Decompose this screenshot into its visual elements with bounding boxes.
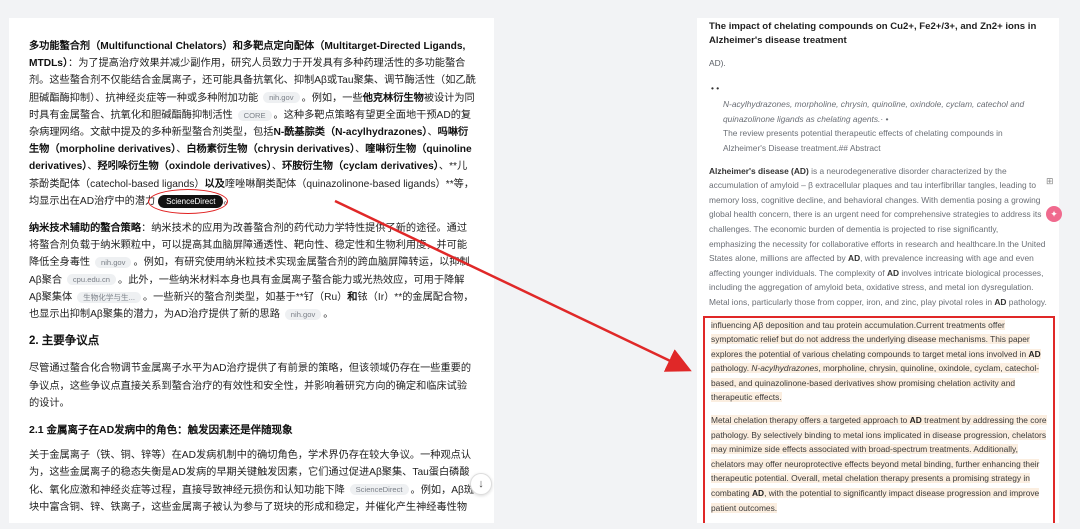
highlight-text: treatment by addressing the core patholo… [711,415,1047,499]
text: 、 [271,161,283,173]
source-badge-biochem[interactable]: 生物化学与生... [77,291,141,303]
subsection-heading-metal-role: 2.1 金属离子在AD发病中的角色：触发因素还是伴随现象 [29,424,293,437]
text: 。例如，一些 [301,92,363,104]
text: 、 [87,161,98,173]
text: 、 [427,127,438,139]
highlighted-paragraph: influencing Aβ deposition and tau protei… [711,318,1047,406]
bold-term: Alzheimer's disease (AD) [709,165,809,176]
text: 、 [176,144,187,156]
red-circle-annotation [148,188,229,214]
text: 。一些新兴的螯合剂类型，如基于**钌（Ru） [142,291,348,303]
translate-icon[interactable]: ⊞ [1046,176,1060,190]
section-heading-controversies: 2. 主要争议点 [29,335,100,348]
term: N-酰基腙类（N-acylhydrazones） [273,127,428,139]
bold-term: AD [909,415,922,426]
text: 、 [355,144,366,156]
text: pathology. [1006,296,1047,307]
highlight-item: N-acylhydrazones, morpholine, chrysin, q… [723,99,1025,124]
arrow-down-icon: ↓ [478,478,484,490]
highlights-list: N-acylhydrazones, morpholine, chrysin, q… [709,97,1047,155]
text: is a neurodegenerative disorder characte… [709,165,1046,264]
highlight-text: Metal chelation therapy offers a targete… [711,415,910,426]
bold-term: AD [848,253,861,264]
assistant-icon[interactable]: ✦ [1046,206,1062,222]
source-badge-cpu[interactable]: cpu.edu.cn [66,274,117,286]
abstract-paragraph: Alzheimer's disease (AD) is a neurodegen… [709,164,1047,310]
term: 环胺衍生物（cyclam derivatives） [282,161,439,173]
left-document-pane: 多功能螯合剂（Multifunctional Chelators）和多靶点定向配… [9,18,494,523]
source-badge-nih[interactable]: nih.gov [263,92,300,104]
source-badge-nih[interactable]: nih.gov [94,257,132,269]
term-tacrine: 他克林衍生物 [362,92,424,104]
paragraph-nano-chelation: 纳米技术辅助的螯合策略：纳米技术的应用为改善螯合剂的药代动力学特性提供了新的途径… [29,220,476,323]
source-badge-sciencedirect[interactable]: ScienceDirect [349,484,409,496]
article-title: The impact of chelating compounds on Cu2… [709,21,1037,46]
right-source-content: The impact of chelating compounds on Cu2… [697,18,1059,523]
term: 白杨素衍生物（chrysin derivatives） [186,144,356,156]
term: 和 [347,291,358,303]
source-badge-core[interactable]: CORE [237,109,272,121]
left-document-content: 多功能螯合剂（Multifunctional Chelators）和多靶点定向配… [9,18,494,516]
bullet-marker: • • [711,82,720,93]
scroll-down-button[interactable]: ↓ [470,473,492,495]
term: 以及 [204,178,225,190]
term: 羟吲哚衍生物（oxindole derivatives） [97,161,272,173]
paragraph-multifunctional-chelators: 多功能螯合剂（Multifunctional Chelators）和多靶点定向配… [29,38,476,214]
highlight-item: The review presents potential therapeuti… [723,128,1003,153]
red-box-annotation: influencing Aβ deposition and tau protei… [703,315,1055,523]
term-nano-chelation: 纳米技术辅助的螯合策略 [29,223,142,235]
highlighted-paragraph: Metal chelation therapy offers a targete… [711,413,1047,515]
highlight-text: pathology. [711,363,752,374]
italic-term: N-acylhydrazones [751,363,819,374]
bold-term: AD [887,267,900,278]
bold-term: AD [1028,348,1041,359]
paragraph-controversies-intro: 尽管通过螯合化合物调节金属离子水平为AD治疗提供了有前景的策略，但该领域仍存在一… [29,363,472,409]
text-fragment: AD). [709,58,726,68]
bold-term: AD [994,296,1007,307]
paragraph-metal-role: 关于金属离子（铁、铜、锌等）在AD发病机制中的确切角色，学术界仍存在较大争议。一… [29,447,476,516]
bold-term: AD [751,488,765,499]
text: 。 [323,309,334,321]
highlight-text: influencing Aβ deposition and tau protei… [711,319,917,330]
right-source-pane: The impact of chelating compounds on Cu2… [697,18,1059,523]
source-badge-sciencedirect-highlighted[interactable]: ScienceDirect [148,188,229,214]
source-badge-nih[interactable]: nih.gov [284,308,322,320]
